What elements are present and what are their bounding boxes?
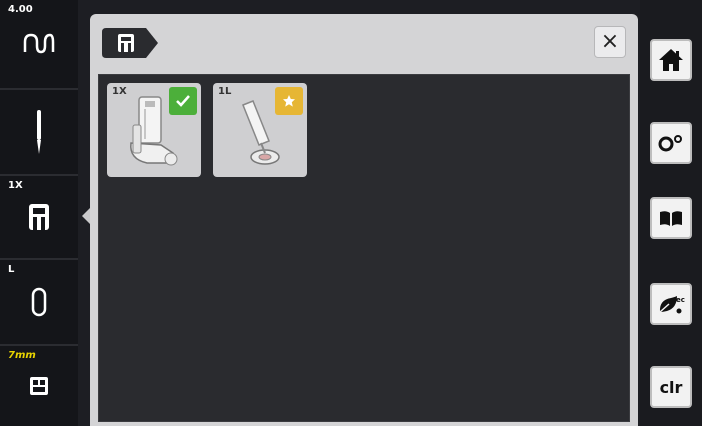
presser-foot-button[interactable]: 1X	[0, 176, 78, 260]
active-foot-badge	[169, 87, 197, 115]
eco-icon: eco	[659, 296, 685, 314]
setup-button[interactable]	[650, 122, 692, 164]
close-button[interactable]: ×	[594, 26, 626, 58]
home-button[interactable]	[650, 39, 692, 81]
stitch-length-icon	[30, 377, 48, 395]
favorite-foot-badge	[275, 87, 303, 115]
eco-button[interactable]: eco	[650, 283, 692, 325]
presser-foot-tab-icon	[102, 28, 158, 58]
presser-foot-card-1l[interactable]: 1L	[213, 83, 307, 177]
presser-foot-code: 1X	[8, 180, 23, 191]
popup-header: ×	[90, 14, 638, 70]
close-icon: ×	[600, 29, 620, 54]
presser-foot-icon	[29, 204, 49, 230]
svg-text:eco: eco	[676, 296, 685, 304]
tutorial-button[interactable]	[650, 197, 692, 239]
bobbin-button[interactable]: L	[0, 260, 78, 346]
star-icon	[283, 95, 295, 107]
presser-foot-card-1x[interactable]: 1X	[107, 83, 201, 177]
stitch-width-icon	[23, 33, 55, 54]
check-icon	[176, 95, 190, 107]
tutorial-icon	[660, 211, 682, 226]
presser-foot-popup: × 1X 1L	[90, 14, 638, 426]
clear-button-label: clr	[659, 377, 683, 397]
clear-button[interactable]: clr	[650, 366, 692, 408]
left-sidebar: 4.00 1X L 7mm	[0, 0, 78, 426]
bobbin-code: L	[8, 264, 15, 275]
popup-pointer	[82, 208, 90, 224]
stitch-width-value: 4.00	[8, 4, 33, 15]
home-icon	[659, 49, 683, 71]
stitch-plate-icon	[31, 287, 47, 317]
stitch-length-button[interactable]: 7mm	[0, 346, 78, 426]
presser-foot-list: 1X 1L	[98, 74, 630, 422]
settings-icon	[658, 135, 682, 152]
stitch-width-button[interactable]: 4.00	[0, 0, 78, 90]
stitch-length-value: 7mm	[8, 350, 36, 361]
needle-icon	[37, 110, 41, 154]
right-sidebar: eco clr	[640, 0, 702, 426]
needle-button[interactable]	[0, 90, 78, 176]
